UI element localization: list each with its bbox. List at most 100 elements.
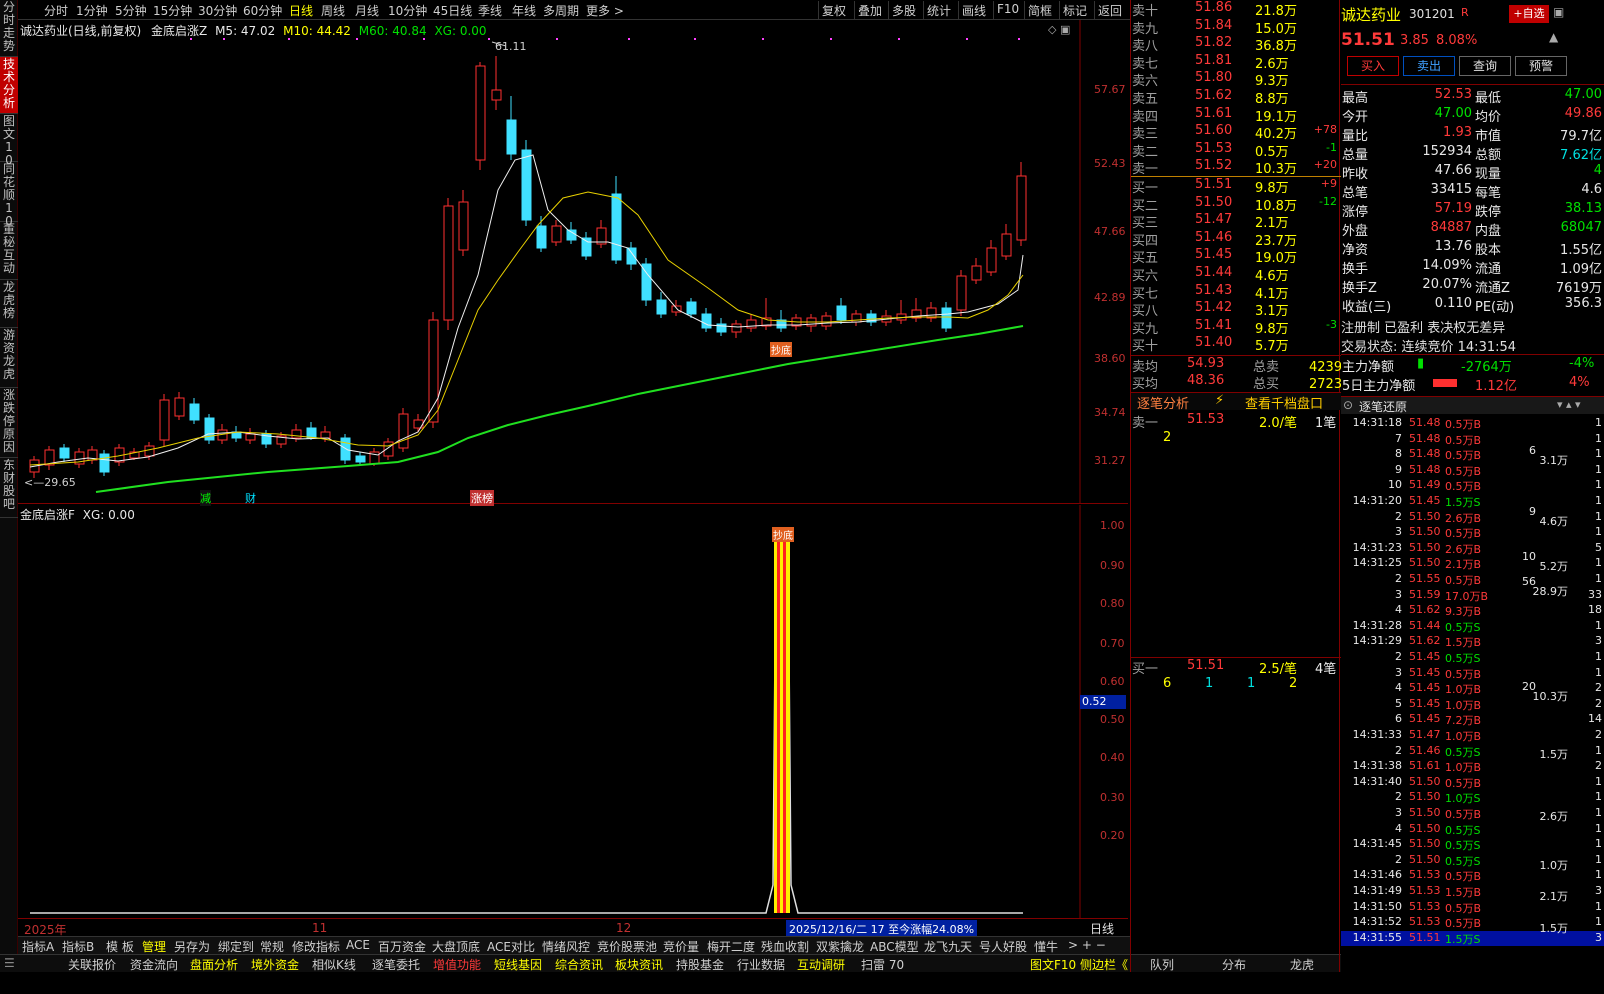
- tick-title[interactable]: 逐笔还原: [1359, 398, 1407, 415]
- period-weekly[interactable]: 周线: [321, 2, 345, 19]
- ind-tab[interactable]: 常规: [260, 938, 284, 955]
- asks-level-row[interactable]: 卖五 51.62 8.8万: [1131, 88, 1341, 107]
- status-link[interactable]: 综合资讯: [555, 956, 603, 973]
- ind-tab[interactable]: 情绪风控: [542, 938, 590, 955]
- period-5min[interactable]: 5分钟: [115, 2, 147, 19]
- ind-tab[interactable]: 梅开二度: [707, 938, 755, 955]
- vtab-ths[interactable]: 同花顺10: [0, 162, 18, 228]
- asks-level-row[interactable]: 卖六 51.80 9.3万: [1131, 70, 1341, 89]
- ind-tab-manage[interactable]: 管理: [142, 938, 166, 955]
- view-1000-depth-link[interactable]: 查看千档盘口: [1245, 393, 1323, 412]
- tool-simple-frame[interactable]: 简框: [1024, 1, 1055, 19]
- sell-button[interactable]: 卖出: [1403, 56, 1455, 76]
- bids-level-row[interactable]: 买八 51.42 3.1万: [1131, 300, 1341, 319]
- status-link[interactable]: 资金流向: [130, 956, 178, 973]
- ind-tab[interactable]: 号人好股: [979, 938, 1027, 955]
- status-link[interactable]: 扫雷 70: [861, 956, 904, 973]
- tab-scroll-arrows[interactable]: > + −: [1068, 938, 1106, 952]
- period-multi[interactable]: 多周期: [543, 2, 579, 19]
- bids-level-row[interactable]: 买三 51.47 2.1万: [1131, 212, 1341, 231]
- tool-stats[interactable]: 统计: [923, 1, 954, 19]
- bell-icon[interactable]: ▲: [1549, 30, 1558, 44]
- status-link[interactable]: 互动调研: [797, 956, 845, 973]
- vtab-limit-reason[interactable]: 涨跌停原因: [0, 388, 18, 458]
- status-link[interactable]: 关联报价: [68, 956, 116, 973]
- period-30min[interactable]: 30分钟: [198, 2, 237, 19]
- ind-tab[interactable]: 另存为: [174, 938, 210, 955]
- tool-f10[interactable]: F10: [993, 1, 1022, 19]
- ind-tab[interactable]: 指标B: [62, 938, 94, 955]
- status-link[interactable]: 板块资讯: [615, 956, 663, 973]
- ind-tab[interactable]: 百万资金: [378, 938, 426, 955]
- status-link[interactable]: 增值功能: [433, 956, 481, 973]
- indicator-subchart[interactable]: 金底启涨F XG: 0.00 抄底 1.00 0.90 0.80 0.70 0.…: [18, 505, 1128, 918]
- asks-level-row[interactable]: 卖四 51.61 19.1万: [1131, 106, 1341, 125]
- menu-icon[interactable]: ☰: [4, 956, 15, 970]
- ind-tab[interactable]: 双紫擒龙: [816, 938, 864, 955]
- asks-level-row[interactable]: 卖二 51.53 0.5万 -1: [1131, 141, 1341, 160]
- status-link[interactable]: 侧边栏《: [1080, 956, 1128, 973]
- status-link[interactable]: 短线基因: [494, 956, 542, 973]
- status-link[interactable]: 逐笔委托: [372, 956, 420, 973]
- status-link[interactable]: 境外资金: [251, 956, 299, 973]
- bids-level-row[interactable]: 买九 51.41 9.8万 -3: [1131, 318, 1341, 337]
- ind-tab[interactable]: 龙飞九天: [924, 938, 972, 955]
- ind-tab[interactable]: 模 板: [106, 938, 134, 955]
- add-watchlist-button[interactable]: +自选: [1509, 5, 1549, 23]
- tool-overlay[interactable]: 叠加: [854, 1, 885, 19]
- query-button[interactable]: 查询: [1459, 56, 1511, 76]
- vtab-forum[interactable]: 东财股吧: [0, 458, 18, 518]
- period-daily[interactable]: 日线: [289, 2, 313, 19]
- bids-level-row[interactable]: 买十 51.40 5.7万: [1131, 335, 1341, 354]
- status-link[interactable]: 行业数据: [737, 956, 785, 973]
- period-1min[interactable]: 1分钟: [76, 2, 108, 19]
- period-10min[interactable]: 10分钟: [388, 2, 427, 19]
- bids-level-row[interactable]: 买二 51.50 10.8万 -12: [1131, 195, 1341, 214]
- status-link[interactable]: 持股基金: [676, 956, 724, 973]
- tool-multi-stock[interactable]: 多股: [888, 1, 919, 19]
- period-more[interactable]: 更多 >: [586, 2, 624, 19]
- collapse-icon[interactable]: ▣: [1553, 5, 1564, 19]
- vtab-dragon-tiger[interactable]: 龙虎榜: [0, 280, 18, 328]
- period-year[interactable]: 年线: [512, 2, 536, 19]
- collapse-arrow-icon[interactable]: ⊙: [1343, 398, 1353, 412]
- period-15min[interactable]: 15分钟: [153, 2, 192, 19]
- status-link[interactable]: 盘面分析: [190, 956, 238, 973]
- tick-nav-icons[interactable]: ▾ ▴ ▾: [1557, 398, 1581, 411]
- ind-tab[interactable]: 竞价股票池: [597, 938, 657, 955]
- tool-draw[interactable]: 画线: [958, 1, 989, 19]
- status-link[interactable]: 相似K线: [312, 956, 356, 973]
- period-timeshare[interactable]: 分时: [44, 2, 68, 19]
- asks-level-row[interactable]: 卖八 51.82 36.8万: [1131, 35, 1341, 54]
- tool-back[interactable]: 返回: [1094, 1, 1125, 19]
- asks-level-row[interactable]: 卖十 51.86 21.8万: [1131, 0, 1341, 19]
- ind-tab[interactable]: 指标A: [22, 938, 54, 955]
- ind-tab[interactable]: 竞价量: [663, 938, 699, 955]
- ind-tab[interactable]: 绑定到: [218, 938, 254, 955]
- period-indicator[interactable]: 日线: [1090, 920, 1114, 937]
- ind-tab[interactable]: 懂牛: [1034, 938, 1058, 955]
- asks-level-row[interactable]: 卖九 51.84 15.0万: [1131, 18, 1341, 37]
- vtab-graphic[interactable]: 图文10: [0, 114, 18, 167]
- bids-level-row[interactable]: 买六 51.44 4.6万: [1131, 265, 1341, 284]
- ind-tab[interactable]: ACE对比: [487, 938, 535, 955]
- bids-level-row[interactable]: 买五 51.45 19.0万: [1131, 247, 1341, 266]
- bids-level-row[interactable]: 买四 51.46 23.7万: [1131, 230, 1341, 249]
- chart-mode-icons[interactable]: ◇ ▣: [1048, 23, 1076, 36]
- analysis-title[interactable]: 逐笔分析: [1137, 393, 1189, 412]
- ind-tab[interactable]: 残血收割: [761, 938, 809, 955]
- bids-level-row[interactable]: 买一 51.51 9.8万 +9: [1131, 177, 1341, 196]
- status-link[interactable]: 图文F10: [1030, 956, 1076, 973]
- alert-button[interactable]: 预警: [1515, 56, 1567, 76]
- asks-level-row[interactable]: 卖七 51.81 2.6万: [1131, 53, 1341, 72]
- bids-level-row[interactable]: 买七 51.43 4.1万: [1131, 283, 1341, 302]
- period-60min[interactable]: 60分钟: [243, 2, 282, 19]
- period-45day[interactable]: 45日线: [433, 2, 472, 19]
- ind-tab[interactable]: 大盘顶底: [432, 938, 480, 955]
- ind-tab[interactable]: ACE: [346, 938, 370, 952]
- vtab-hot-money[interactable]: 游资龙虎: [0, 328, 18, 388]
- vtab-technical[interactable]: 技术分析: [0, 57, 18, 114]
- tool-mark[interactable]: 标记: [1059, 1, 1090, 19]
- kline-chart[interactable]: 诚达药业(日线,前复权) 金底启涨Z M5: 47.02 M10: 44.42 …: [18, 20, 1128, 506]
- tool-adjust[interactable]: 复权: [818, 1, 849, 19]
